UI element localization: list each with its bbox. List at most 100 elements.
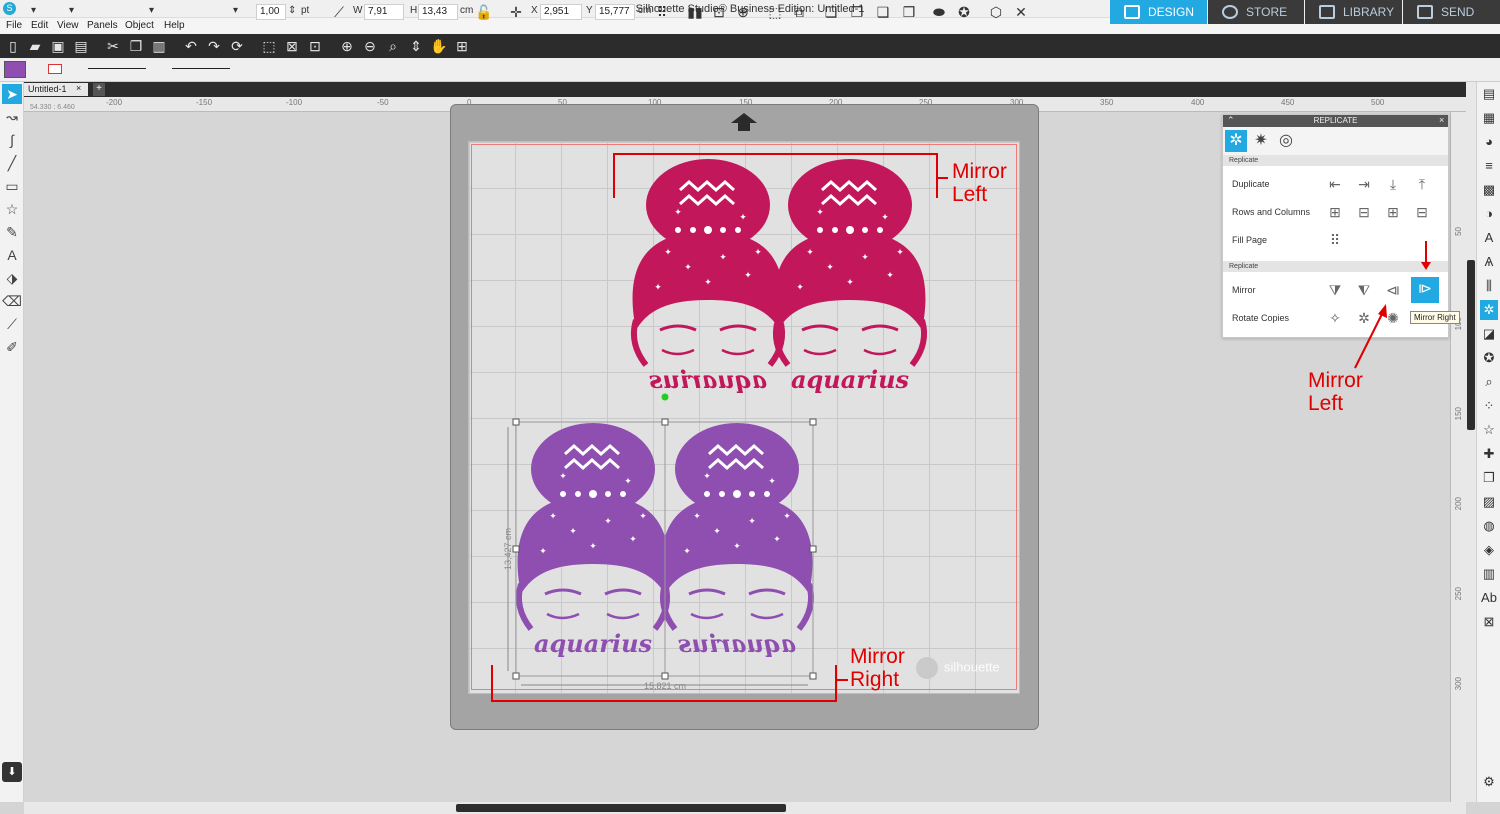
resize-handle[interactable]	[661, 418, 669, 426]
star-mark: ✦	[744, 270, 752, 280]
replicate-tab-icon[interactable]: ✲	[1225, 130, 1247, 152]
mirror-left-icon[interactable]: ⧏	[1382, 279, 1404, 301]
transparency-icon[interactable]: ◑	[1480, 204, 1498, 224]
settings-icon[interactable]: ⚙	[1480, 772, 1498, 792]
tab-library[interactable]: LIBRARY	[1305, 0, 1402, 24]
messy-bun-figure[interactable]: ✦ ✦ ✦ ✦ ✦ ✦ ✦ ✦ ✦ aquarius	[630, 159, 786, 394]
offset-icon[interactable]: ✪	[1480, 348, 1498, 368]
moon-dot	[704, 491, 710, 497]
panel-close-icon[interactable]: ×	[1439, 115, 1444, 125]
duplicate-below-icon[interactable]: ⤓	[1382, 173, 1404, 195]
hatch-icon[interactable]: ▨	[1480, 492, 1498, 512]
resize-handle[interactable]	[809, 672, 817, 680]
messy-bun-figure[interactable]: ✦ ✦ ✦ ✦ ✦ ✦ ✦ ✦ ✦ aquarius	[515, 423, 671, 658]
puzzle-icon[interactable]: ✚	[1480, 444, 1498, 464]
3d-panel-icon[interactable]: ◈	[1480, 540, 1498, 560]
silhouette-logo-icon	[916, 657, 938, 679]
moon-dot	[575, 491, 581, 497]
resize-handle[interactable]	[512, 545, 520, 553]
star-mark: ✦	[896, 247, 904, 257]
star-mark: ✦	[861, 252, 869, 262]
eyelash-right	[721, 348, 755, 356]
replicate-panel-icon[interactable]: ✲	[1480, 300, 1498, 320]
tab-store[interactable]: STORE	[1208, 0, 1304, 24]
line-panel-icon[interactable]: ≡	[1480, 156, 1498, 176]
rotate-eight-icon[interactable]: ✺	[1382, 307, 1404, 329]
text-style-icon[interactable]: A	[1480, 228, 1498, 248]
messy-bun-figure[interactable]: ✦ ✦ ✦ ✦ ✦ ✦ ✦ ✦ ✦ aquarius	[659, 423, 815, 658]
ruler-v-label: 250	[1454, 587, 1463, 601]
star-mark: ✦	[559, 471, 567, 481]
star-mark: ✦	[754, 247, 762, 257]
eyelash-left	[661, 348, 695, 356]
vertical-scroll-thumb[interactable]	[1467, 260, 1475, 430]
emboss-icon[interactable]: ⊠	[1480, 612, 1498, 632]
column-of-two-icon[interactable]: ⊞	[1382, 201, 1404, 223]
annotation-top: Mirror Left	[952, 160, 1007, 206]
fonts-icon[interactable]: Ab	[1480, 588, 1498, 608]
mirror-right-button[interactable]: ⧐	[1411, 277, 1439, 303]
replicate-panel: REPLICATE ⌃ × ✲ ✷ ◎ Replicate Duplicate …	[1222, 114, 1449, 338]
rotate-two-icon[interactable]: ✧	[1324, 307, 1346, 329]
pixscan-icon[interactable]: ▦	[1480, 108, 1498, 128]
star-mark: ✦	[826, 262, 834, 272]
horizontal-scroll-thumb[interactable]	[456, 804, 786, 812]
rotate-replicate-tab-icon[interactable]: ◎	[1275, 130, 1297, 152]
rotate-handle[interactable]	[661, 393, 669, 401]
warp-icon[interactable]: ◍	[1480, 516, 1498, 536]
column-of-three-icon[interactable]: ⊟	[1411, 201, 1433, 223]
layers-icon[interactable]: ❐	[1480, 468, 1498, 488]
replicate-advanced-tab-icon[interactable]: ✷	[1250, 130, 1272, 152]
eyebrow-right	[719, 324, 757, 332]
messy-bun-figure[interactable]: ✦ ✦ ✦ ✦ ✦ ✦ ✦ ✦ ✦ aquarius	[772, 159, 928, 394]
tab-send[interactable]: SEND	[1403, 0, 1500, 24]
panel-collapse-icon[interactable]: ⌃	[1227, 115, 1235, 126]
rotate-copies-label: Rotate Copies	[1232, 313, 1290, 323]
star-mark: ✦	[739, 212, 747, 222]
duplicate-left-icon[interactable]: ⇤	[1324, 173, 1346, 195]
moon-dot	[735, 227, 741, 233]
star-mark: ✦	[674, 207, 682, 217]
row-of-three-icon[interactable]: ⊟	[1353, 201, 1375, 223]
text-path-icon[interactable]: Ѧ	[1480, 252, 1498, 272]
star-mark: ✦	[693, 511, 701, 521]
tab-design[interactable]: DESIGN	[1110, 0, 1207, 24]
page-setup-icon[interactable]: ▤	[1480, 84, 1498, 104]
flexi-icon[interactable]: ▥	[1480, 564, 1498, 584]
star-mark: ✦	[733, 541, 741, 551]
resize-handle[interactable]	[512, 418, 520, 426]
align-panel-icon[interactable]: ⫼	[1480, 276, 1498, 296]
width-dimension-label: 15,821 cm	[644, 681, 686, 691]
row-of-two-icon[interactable]: ⊞	[1324, 201, 1346, 223]
sketch-icon[interactable]: ⁘	[1480, 396, 1498, 416]
resize-handle[interactable]	[512, 672, 520, 680]
star-mark: ✦	[684, 262, 692, 272]
star-mark: ✦	[783, 511, 791, 521]
rhinestone-icon[interactable]: ☆	[1480, 420, 1498, 440]
fill-pattern-icon[interactable]: ▩	[1480, 180, 1498, 200]
moon-dot	[620, 491, 626, 497]
duplicate-above-icon[interactable]: ⤒	[1411, 173, 1433, 195]
star-mark: ✦	[768, 476, 776, 486]
resize-handle[interactable]	[809, 418, 817, 426]
star-mark: ✦	[664, 247, 672, 257]
rotate-four-icon[interactable]: ✲	[1353, 307, 1375, 329]
star-mark: ✦	[748, 516, 756, 526]
vertical-scrollbar[interactable]	[1466, 82, 1476, 802]
fill-page-icon[interactable]: ⠿	[1324, 229, 1346, 251]
star-mark: ✦	[639, 511, 647, 521]
mirror-below-icon[interactable]: ⧩	[1324, 279, 1346, 301]
moon-dot	[733, 490, 741, 498]
moon-dot	[877, 227, 883, 233]
eyelash-right	[606, 612, 640, 620]
mirror-above-icon[interactable]: ⧨	[1353, 279, 1375, 301]
resize-handle[interactable]	[809, 545, 817, 553]
fill-color-panel-icon[interactable]: ◕	[1480, 132, 1498, 152]
star-mark: ✦	[629, 534, 637, 544]
aquarius-text: aquarius	[677, 629, 796, 658]
trace-icon[interactable]: ⌕	[1480, 372, 1498, 392]
resize-handle[interactable]	[661, 672, 669, 680]
duplicate-right-icon[interactable]: ⇥	[1353, 173, 1375, 195]
modify-icon[interactable]: ◪	[1480, 324, 1498, 344]
artwork-layer: ✦✦✦✦✦✦✦✦ ✦aquarius✦✦✦✦✦✦✦✦ ✦aquarius✦✦✦✦✦✦…	[491, 153, 948, 702]
